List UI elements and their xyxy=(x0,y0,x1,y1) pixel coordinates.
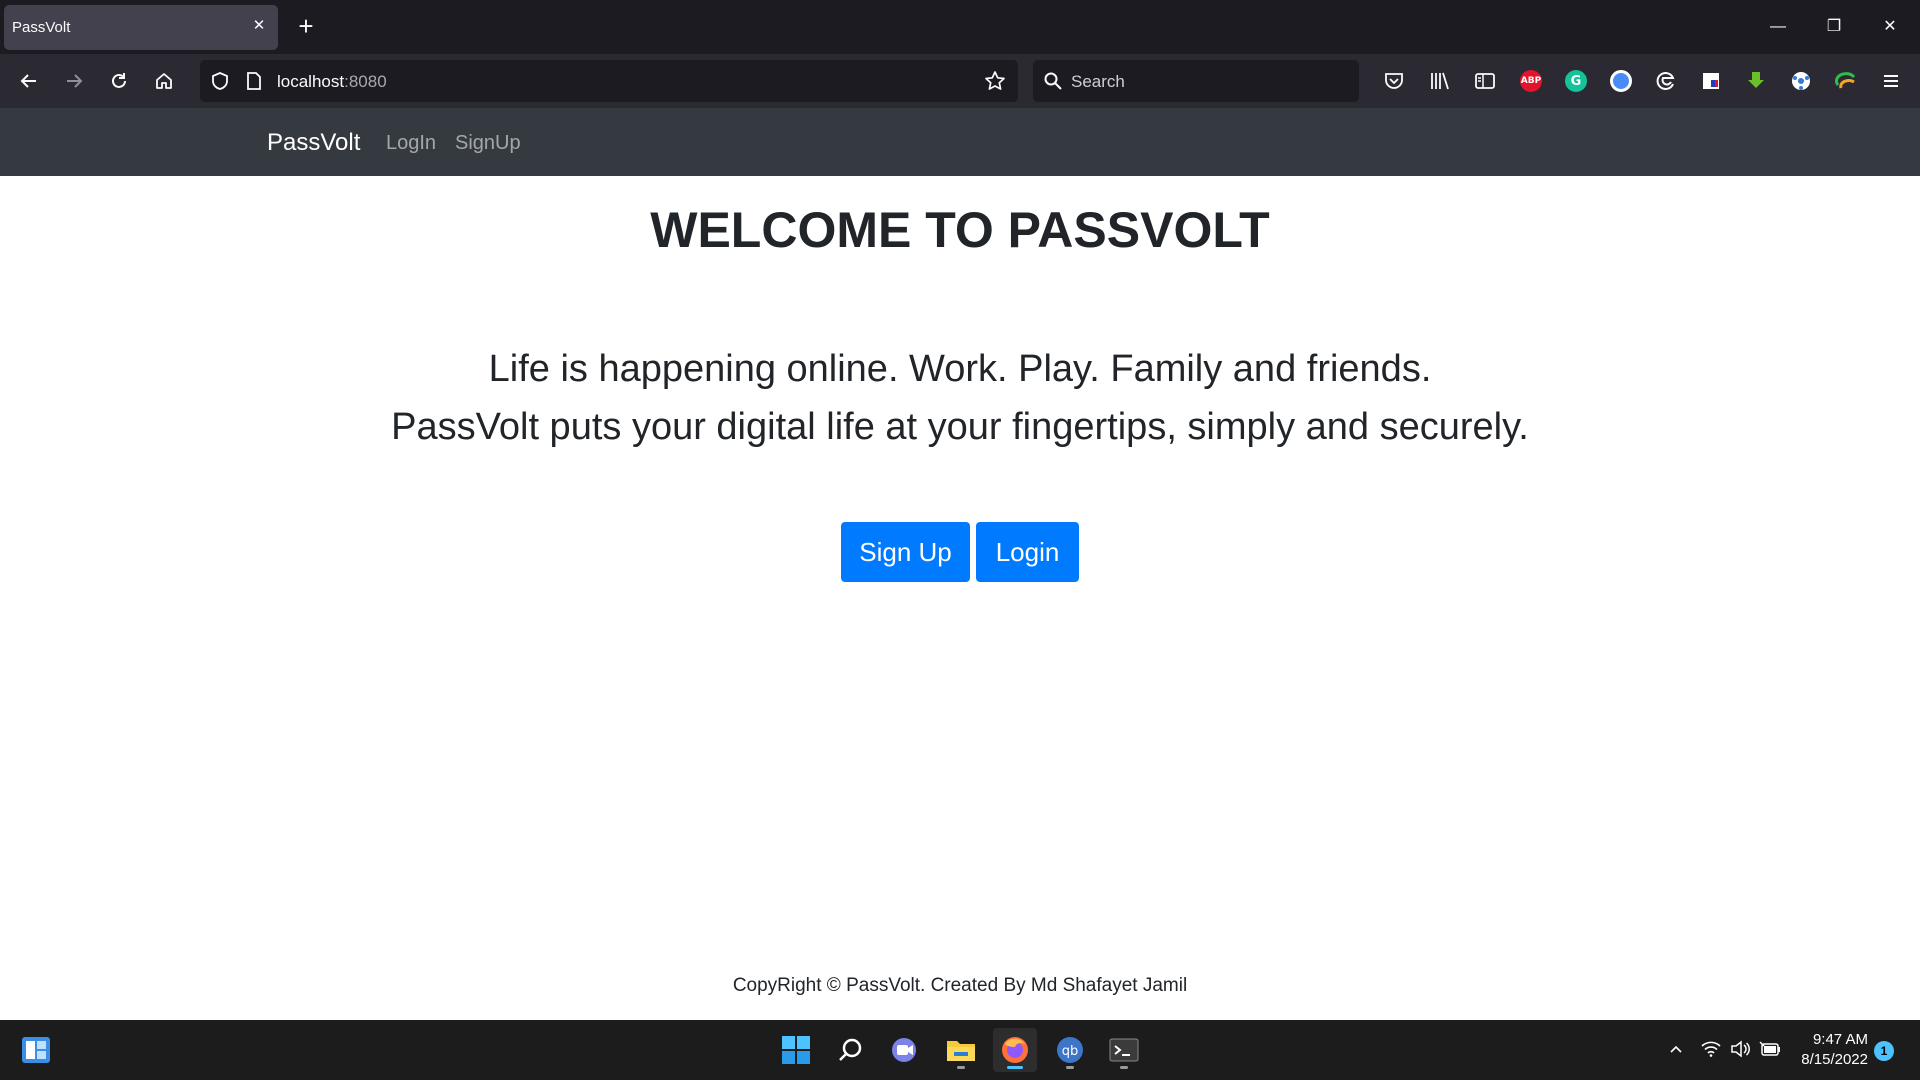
browser-toolbar: localhost:8080 Search ABP G xyxy=(0,54,1920,108)
chevron-up-icon xyxy=(1670,1045,1682,1053)
search-placeholder: Search xyxy=(1071,72,1125,91)
edge-extension-button[interactable] xyxy=(1653,68,1679,94)
search-taskbar-button[interactable] xyxy=(829,1028,873,1072)
start-button[interactable] xyxy=(774,1028,818,1072)
site-navbar: PassVolt LogIn SignUp xyxy=(0,108,1920,176)
terminal-button[interactable] xyxy=(1102,1028,1146,1072)
taskbar: qb 9:47 AM 8/15/2022 1 xyxy=(0,1020,1920,1080)
home-button[interactable] xyxy=(149,66,179,96)
search-icon xyxy=(1044,72,1062,90)
sidebar-icon xyxy=(1475,73,1495,89)
clock[interactable]: 9:47 AM 8/15/2022 xyxy=(1786,1030,1868,1070)
nav-signup-link[interactable]: SignUp xyxy=(455,132,521,155)
search-bar[interactable]: Search xyxy=(1033,60,1359,102)
browser-tab[interactable]: PassVolt ✕ xyxy=(4,5,278,50)
battery-icon xyxy=(1759,1041,1780,1056)
url-text: localhost:8080 xyxy=(277,72,387,92)
folder-icon xyxy=(947,1041,975,1061)
wifi-button[interactable] xyxy=(1700,1038,1722,1060)
chat-camera-icon xyxy=(892,1038,916,1062)
menu-button[interactable] xyxy=(1878,68,1904,94)
soccer-extension-button[interactable] xyxy=(1788,68,1814,94)
adblock-plus-button[interactable]: ABP xyxy=(1518,68,1544,94)
color-extension-button[interactable] xyxy=(1833,68,1859,94)
teams-chat-button[interactable] xyxy=(884,1028,928,1072)
tagline: Life is happening online. Work. Play. Fa… xyxy=(0,340,1920,456)
search-icon xyxy=(839,1038,862,1061)
brand-link[interactable]: PassVolt xyxy=(267,129,360,157)
reload-icon xyxy=(112,73,126,88)
volume-button[interactable] xyxy=(1729,1038,1751,1060)
terminal-icon xyxy=(1109,1038,1139,1062)
url-bar[interactable]: localhost:8080 xyxy=(200,60,1018,102)
download-extension-button[interactable] xyxy=(1743,68,1769,94)
signup-button[interactable]: Sign Up xyxy=(841,522,970,582)
tagline-line-1: Life is happening online. Work. Play. Fa… xyxy=(488,348,1432,390)
sidebar-button[interactable] xyxy=(1472,68,1498,94)
new-tab-button[interactable]: + xyxy=(292,13,320,41)
battery-button[interactable] xyxy=(1759,1038,1781,1060)
file-explorer-button[interactable] xyxy=(939,1028,983,1072)
nav-login-link[interactable]: LogIn xyxy=(386,132,436,155)
back-button[interactable] xyxy=(14,66,44,96)
palette-icon xyxy=(1835,72,1856,89)
page-icon[interactable] xyxy=(245,71,263,91)
running-indicator xyxy=(1120,1066,1128,1069)
home-icon xyxy=(156,73,172,89)
running-indicator xyxy=(1066,1066,1074,1069)
library-icon xyxy=(1431,72,1449,90)
tab-title: PassVolt xyxy=(12,19,71,36)
pocket-button[interactable] xyxy=(1381,68,1407,94)
hamburger-menu-icon xyxy=(1884,75,1898,87)
library-button[interactable] xyxy=(1427,68,1453,94)
url-host: localhost xyxy=(277,72,345,91)
download-arrow-icon xyxy=(1748,72,1764,88)
shield-icon[interactable] xyxy=(210,71,230,91)
grammarly-icon: G xyxy=(1565,70,1587,92)
page-title: WELCOME TO PASSVOLT xyxy=(650,202,1270,258)
active-indicator xyxy=(1007,1066,1023,1069)
widgets-icon xyxy=(22,1037,50,1063)
arrow-left-icon xyxy=(20,74,36,88)
flag-extension-button[interactable] xyxy=(1698,68,1724,94)
wifi-icon xyxy=(1701,1041,1721,1057)
svg-text:qb: qb xyxy=(1062,1044,1079,1059)
login-button[interactable]: Login xyxy=(976,522,1079,582)
reload-button[interactable] xyxy=(104,66,134,96)
extension-button[interactable] xyxy=(1608,68,1634,94)
tagline-line-2: PassVolt puts your digital life at your … xyxy=(391,406,1529,448)
forward-button[interactable] xyxy=(59,66,89,96)
qbittorrent-button[interactable]: qb xyxy=(1048,1028,1092,1072)
qbittorrent-icon: qb xyxy=(1057,1037,1083,1063)
running-indicator xyxy=(957,1066,965,1069)
widgets-button[interactable] xyxy=(14,1028,58,1072)
tray-overflow-button[interactable] xyxy=(1665,1038,1687,1060)
pocket-icon xyxy=(1385,73,1403,89)
extension-icon xyxy=(1610,70,1632,92)
firefox-button[interactable] xyxy=(993,1028,1037,1072)
clock-time: 9:47 AM xyxy=(1812,1031,1868,1048)
minimize-button[interactable]: — xyxy=(1764,13,1792,41)
notification-badge[interactable]: 1 xyxy=(1874,1041,1894,1061)
bookmark-star-icon[interactable] xyxy=(984,70,1006,92)
adblock-plus-icon: ABP xyxy=(1520,70,1542,92)
flag-icon xyxy=(1703,73,1719,89)
url-port: :8080 xyxy=(344,72,387,91)
tab-close-icon[interactable]: ✕ xyxy=(248,15,270,37)
browser-tab-strip: PassVolt ✕ + — ❐ ✕ xyxy=(0,0,1920,54)
windows-logo-icon xyxy=(782,1036,810,1064)
edge-icon xyxy=(1656,72,1675,90)
grammarly-button[interactable]: G xyxy=(1563,68,1589,94)
arrow-right-icon xyxy=(67,74,83,88)
clock-date: 8/15/2022 xyxy=(1801,1051,1868,1068)
restore-button[interactable]: ❐ xyxy=(1820,13,1848,41)
close-window-button[interactable]: ✕ xyxy=(1876,13,1904,41)
firefox-icon xyxy=(1002,1037,1028,1063)
ball-icon xyxy=(1792,72,1810,90)
speaker-icon xyxy=(1731,1040,1750,1058)
footer-copyright: CopyRight © PassVolt. Created By Md Shaf… xyxy=(732,975,1188,996)
